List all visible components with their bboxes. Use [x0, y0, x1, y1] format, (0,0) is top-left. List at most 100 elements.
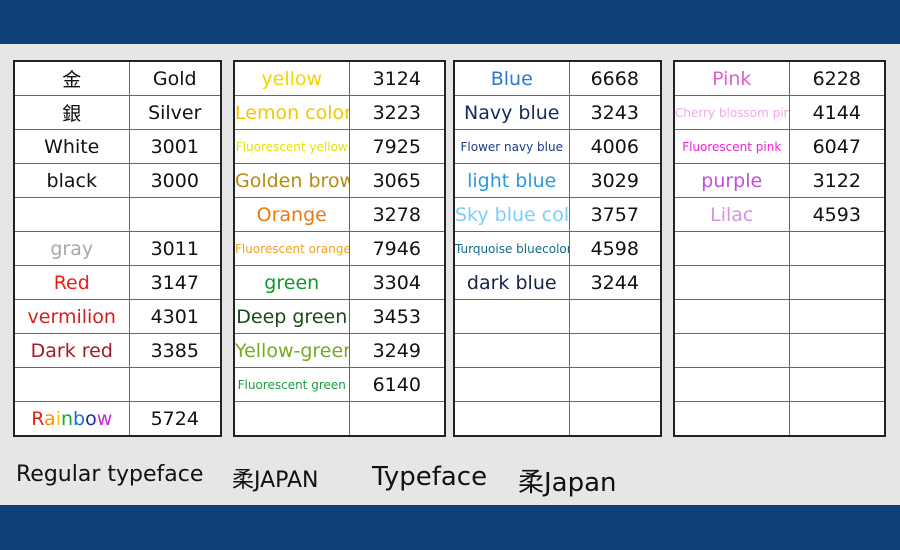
color-name-cell — [673, 299, 790, 334]
footer-label-typeface: Typeface — [372, 462, 488, 492]
color-row: Golden brown3065 — [233, 163, 446, 198]
color-row: Cherry blossom pink 4144 — [673, 95, 886, 130]
rainbow-name-cell: Rainbow — [13, 401, 130, 437]
color-name-cell: 銀 — [13, 95, 130, 130]
color-row: Dark red 3385 — [13, 333, 222, 368]
color-table-4: Pink 6228 Cherry blossom pink 4144 Fluoresce… — [673, 60, 886, 437]
color-row: Flower navy blue 4006 — [453, 129, 662, 164]
color-row — [673, 265, 886, 300]
color-row: Navy blue 3243 — [453, 95, 662, 130]
color-code-cell: 4598 — [568, 231, 662, 266]
color-name-cell: Lemon color — [233, 95, 350, 130]
footer-label-jyu-japan: 柔Japan — [518, 468, 617, 498]
color-name-cell: yellow — [233, 60, 350, 96]
color-code-cell: 6140 — [348, 367, 446, 402]
color-name-cell: black — [13, 163, 130, 198]
color-row — [453, 299, 662, 334]
color-code-cell: 3385 — [128, 333, 222, 368]
color-row: Fluorescent yellow 7925 — [233, 129, 446, 164]
color-code-cell — [788, 401, 886, 437]
color-name-cell: Turquoise bluecolor — [453, 231, 570, 266]
color-row: White 3001 — [13, 129, 222, 164]
color-row — [453, 333, 662, 368]
color-code-cell — [788, 367, 886, 402]
color-row: dark blue 3244 — [453, 265, 662, 300]
color-name-cell: Golden brown — [233, 163, 350, 198]
color-row: Fluorescent pink 6047 — [673, 129, 886, 164]
color-code-cell: 3244 — [568, 265, 662, 300]
color-code-cell: 6228 — [788, 60, 886, 96]
color-code-cell: 3223 — [348, 95, 446, 130]
color-row: Lemon color 3223 — [233, 95, 446, 130]
color-row: Yellow-green 3249 — [233, 333, 446, 368]
color-row: vermilion 4301 — [13, 299, 222, 334]
color-name-cell — [453, 367, 570, 402]
color-row — [673, 401, 886, 437]
color-row — [13, 197, 222, 232]
color-row: Pink 6228 — [673, 60, 886, 96]
color-code-cell — [568, 401, 662, 437]
color-code-cell: 3001 — [128, 129, 222, 164]
color-table-1: 金 Gold 銀 Silver White 3001 black 3000 gray 3011 Re… — [13, 60, 222, 437]
color-name-cell — [453, 333, 570, 368]
color-code-cell: 3147 — [128, 265, 222, 300]
color-table-2: yellow 3124 Lemon color 3223 Fluorescent yel… — [233, 60, 446, 437]
color-name-cell — [453, 299, 570, 334]
color-name-cell — [673, 367, 790, 402]
color-name-cell — [453, 401, 570, 437]
color-row: yellow 3124 — [233, 60, 446, 96]
color-row — [673, 333, 886, 368]
color-code-cell: 3065 — [348, 163, 446, 198]
color-code-cell: 3304 — [348, 265, 446, 300]
color-row — [673, 367, 886, 402]
color-name-cell: 金 — [13, 60, 130, 96]
color-name-cell: gray — [13, 231, 130, 266]
color-code-cell: 4144 — [788, 95, 886, 130]
color-code-cell — [788, 333, 886, 368]
color-name-cell: White — [13, 129, 130, 164]
color-name-cell: Lilac — [673, 197, 790, 232]
color-row: Deep green 3453 — [233, 299, 446, 334]
color-code-cell: Gold — [128, 60, 222, 96]
color-name-cell — [673, 231, 790, 266]
color-code-cell: 4006 — [568, 129, 662, 164]
color-code-cell — [788, 265, 886, 300]
color-name-cell — [673, 265, 790, 300]
color-code-cell — [568, 367, 662, 402]
color-row: light blue 3029 — [453, 163, 662, 198]
color-name-cell: Pink — [673, 60, 790, 96]
color-code-cell — [568, 333, 662, 368]
color-name-cell: Red — [13, 265, 130, 300]
color-name-cell: Yellow-green — [233, 333, 350, 368]
color-name-cell — [233, 401, 350, 437]
color-row — [673, 231, 886, 266]
color-table-3: Blue 6668 Navy blue 3243 Flower navy blue 400… — [453, 60, 662, 437]
color-code-cell: 7946 — [348, 231, 446, 266]
color-row: green 3304 — [233, 265, 446, 300]
color-name-cell: Fluorescent pink — [673, 129, 790, 164]
color-code-cell: 4593 — [788, 197, 886, 232]
color-code-cell: 3029 — [568, 163, 662, 198]
color-code-cell: 3278 — [348, 197, 446, 232]
color-name-cell: purple — [673, 163, 790, 198]
color-row: Lilac 4593 — [673, 197, 886, 232]
color-name-cell: Fluorescent yellow — [233, 129, 350, 164]
color-row: Fluorescent green 6140 — [233, 367, 446, 402]
color-name-cell: Cherry blossom pink — [673, 95, 790, 130]
color-name-cell: Blue — [453, 60, 570, 96]
color-row — [453, 367, 662, 402]
color-code-cell: Silver — [128, 95, 222, 130]
color-code-cell: 7925 — [348, 129, 446, 164]
color-code-cell — [348, 401, 446, 437]
color-row — [673, 299, 886, 334]
color-row: purple 3122 — [673, 163, 886, 198]
color-row: 金 Gold — [13, 60, 222, 96]
color-name-cell: Deep green — [233, 299, 350, 334]
color-name-cell: vermilion — [13, 299, 130, 334]
color-row: Sky blue color3757 — [453, 197, 662, 232]
color-row: Orange 3278 — [233, 197, 446, 232]
color-name-cell: Dark red — [13, 333, 130, 368]
color-row: Rainbow 5724 — [13, 401, 222, 437]
color-row — [453, 401, 662, 437]
color-code-cell: 3124 — [348, 60, 446, 96]
